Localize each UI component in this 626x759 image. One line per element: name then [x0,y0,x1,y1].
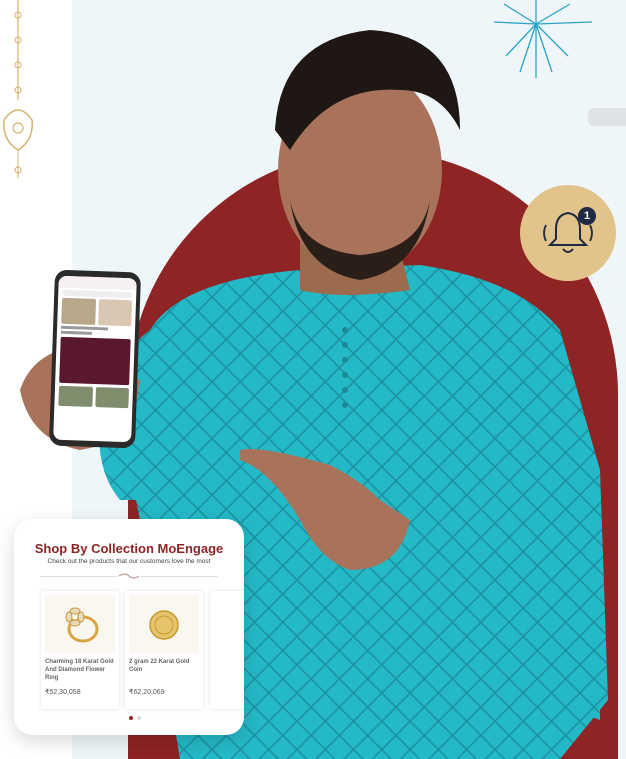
phone-screen [53,275,137,443]
ring-icon [65,607,99,643]
product-name: Charming 18 Karat Gold And Diamond Flowe… [45,659,114,681]
pagination-dot[interactable] [137,716,141,720]
product-image [45,595,115,653]
notification-count: 1 [578,207,596,225]
product-name: 2 gram 22 Karat Gold Coin [129,659,190,673]
phone-mockup [48,269,142,449]
pagination-dot[interactable] [129,716,133,720]
product-card[interactable]: Charming 18 Karat Gold And Diamond Flowe… [41,591,119,709]
product-image [129,595,199,653]
carousel-pagination[interactable] [121,716,141,722]
shop-collection-card: Shop By Collection MoEngage Check out th… [14,519,244,735]
shop-card-subtitle: Check out the products that our customer… [47,558,211,565]
notification-bell-badge[interactable]: 1 [520,185,616,281]
product-card[interactable] [210,591,244,709]
product-price: ₹52,30,058 [45,689,81,696]
product-price: ₹62,20,069 [129,689,165,696]
coin-icon [149,610,179,640]
product-card[interactable]: 2 gram 22 Karat Gold Coin ₹62,20,069 [125,591,203,709]
shop-card-title: Shop By Collection MoEngage [34,541,224,556]
ornament-divider-icon [117,572,141,580]
